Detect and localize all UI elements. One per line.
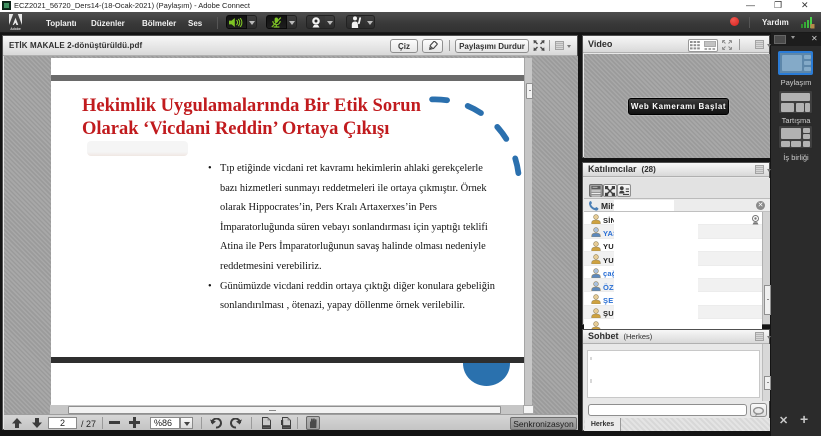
svg-text:Adobe: Adobe — [10, 27, 21, 31]
